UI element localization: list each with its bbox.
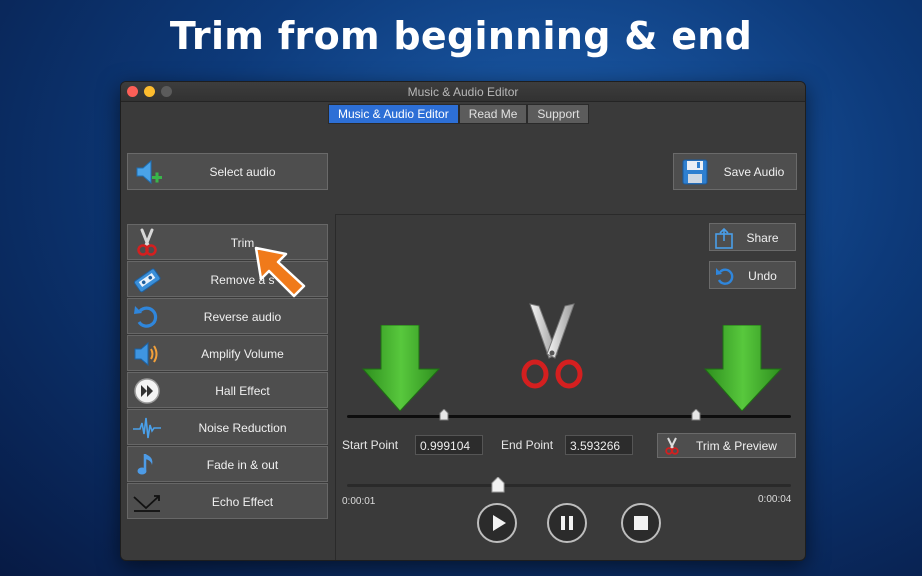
duration-time: 0:00:04 <box>758 494 792 505</box>
app-window: Music & Audio Editor Music & Audio Edito… <box>120 81 806 561</box>
end-point-label: End Point <box>501 438 554 452</box>
window-title: Music & Audio Editor <box>407 85 519 99</box>
tool-hall-effect[interactable]: Hall Effect <box>127 372 328 408</box>
divider-vertical <box>335 214 336 560</box>
trim-preview-button[interactable]: Trim & Preview <box>657 433 796 458</box>
tool-fade-in-out-label: Fade in & out <box>206 458 279 472</box>
tab-music-audio-editor[interactable]: Music & Audio Editor <box>328 104 459 124</box>
save-audio-button[interactable]: Save Audio <box>673 153 797 190</box>
play-icon <box>493 515 506 531</box>
pause-button[interactable] <box>547 503 587 543</box>
tool-echo-effect[interactable]: Echo Effect <box>127 483 328 519</box>
title-bar[interactable]: Music & Audio Editor <box>121 82 805 102</box>
end-point-field[interactable]: 3.593266 <box>565 435 633 455</box>
pointer-arrow-icon <box>254 246 306 298</box>
trim-preview-label: Trim & Preview <box>696 439 777 453</box>
trim-start-handle[interactable] <box>439 409 449 421</box>
undo-button[interactable]: Undo <box>709 261 796 289</box>
tool-hall-effect-label: Hall Effect <box>215 384 270 398</box>
playback-track[interactable] <box>347 484 791 487</box>
stop-button[interactable] <box>621 503 661 543</box>
share-button[interactable]: Share <box>709 223 796 251</box>
scissors-illustration-icon <box>521 303 583 389</box>
share-label: Share <box>746 231 779 245</box>
tool-reverse-audio-label: Reverse audio <box>203 310 282 324</box>
tool-reverse-audio[interactable]: Reverse audio <box>127 298 328 334</box>
tool-amplify-volume-label: Amplify Volume <box>201 347 284 361</box>
tab-support[interactable]: Support <box>527 104 590 124</box>
end-marker-arrow-icon <box>703 325 783 411</box>
trim-range-track[interactable] <box>347 415 791 418</box>
pause-icon <box>561 516 573 530</box>
select-audio-label: Select audio <box>209 165 276 179</box>
floppy-disk-icon <box>682 159 708 185</box>
start-point-label: Start Point <box>342 438 399 452</box>
trim-end-handle[interactable] <box>691 409 701 421</box>
select-audio-button[interactable]: Select audio <box>127 153 328 190</box>
current-time: 0:00:01 <box>342 496 376 507</box>
undo-label: Undo <box>748 269 777 283</box>
tool-echo-effect-label: Echo Effect <box>211 495 274 509</box>
save-audio-label: Save Audio <box>723 165 785 179</box>
headline: Trim from beginning & end <box>169 14 753 58</box>
start-marker-arrow-icon <box>361 325 441 411</box>
tool-noise-reduction[interactable]: Noise Reduction <box>127 409 328 445</box>
start-point-field[interactable]: 0.999104 <box>415 435 483 455</box>
divider-horizontal <box>335 214 805 215</box>
tool-amplify-volume[interactable]: Amplify Volume <box>127 335 328 371</box>
playback-handle[interactable] <box>491 477 505 493</box>
play-button[interactable] <box>477 503 517 543</box>
stop-icon <box>634 516 648 530</box>
tool-fade-in-out[interactable]: Fade in & out <box>127 446 328 482</box>
tool-noise-reduction-label: Noise Reduction <box>198 421 287 435</box>
tab-read-me[interactable]: Read Me <box>458 104 528 124</box>
tab-bar: Music & Audio Editor Read Me Support <box>328 104 590 124</box>
